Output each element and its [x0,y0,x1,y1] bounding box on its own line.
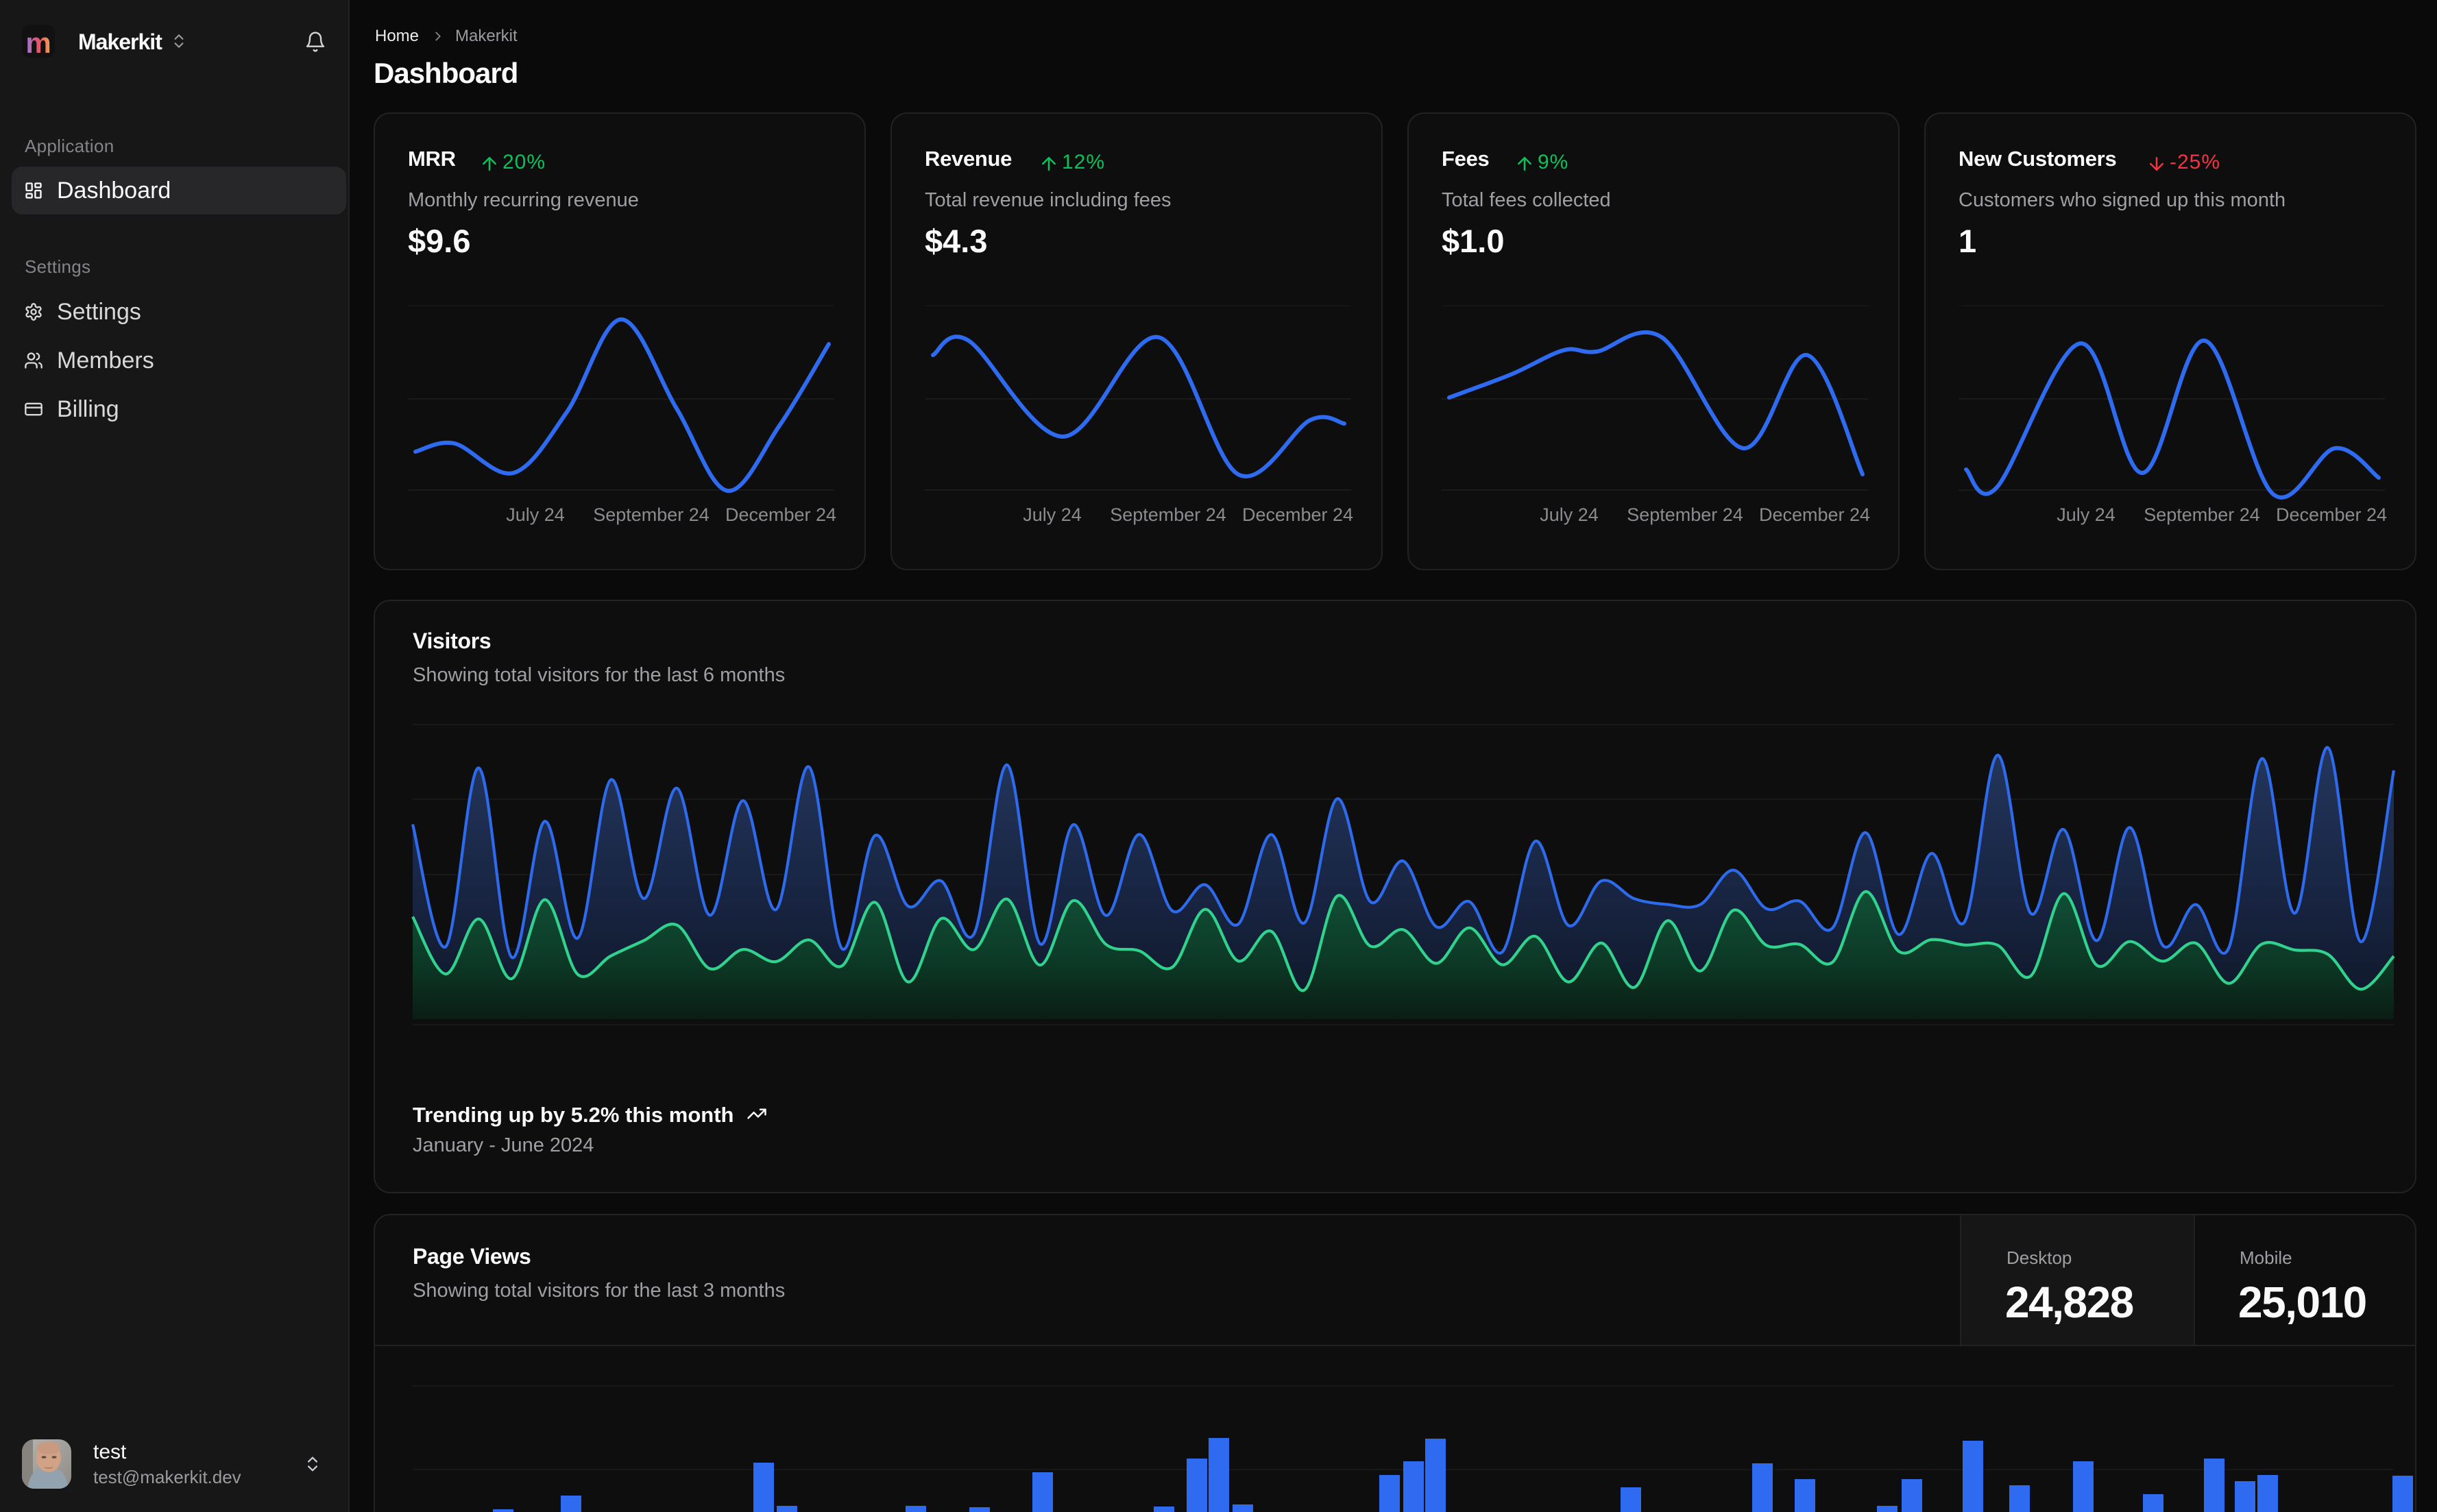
svg-text:m: m [25,27,51,58]
